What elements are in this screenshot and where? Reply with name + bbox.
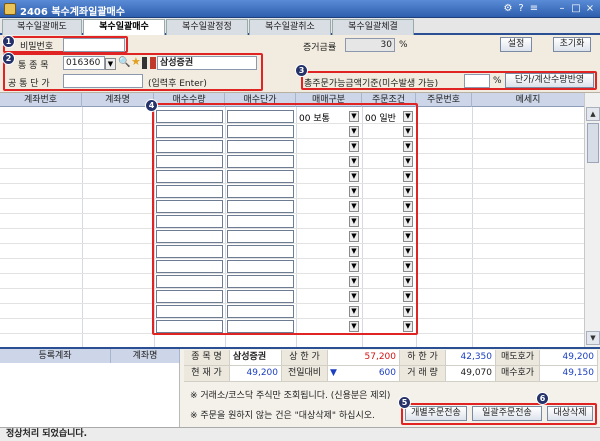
common-price-label: 공 통 단 가 — [8, 79, 50, 89]
badge-1: 1 — [2, 35, 15, 48]
badge-5: 5 — [398, 396, 411, 409]
reset-button[interactable]: 초기화 — [553, 37, 591, 52]
scroll-thumb[interactable] — [587, 123, 599, 163]
order-basis-percent: % — [493, 76, 502, 86]
info-marker-icon — [142, 57, 147, 69]
change-value: 600 — [378, 368, 396, 378]
tab-bulk-modify[interactable]: 복수일괄정정 — [166, 19, 248, 35]
grid-scrollbar[interactable]: ▲ ▼ — [584, 93, 600, 347]
ask-price-label: 매도호가 — [500, 352, 535, 362]
volume-label: 거 래 량 — [407, 368, 438, 378]
note-delete-target: ※ 주문을 원하지 않는 건은 "대상삭제" 하십시오. — [190, 411, 375, 421]
registered-name-header: 계좌명 — [111, 349, 180, 363]
current-price-value: 49,200 — [246, 368, 279, 378]
margin-rate-value: 30 — [345, 38, 395, 52]
tab-bulk-sell[interactable]: 복수일괄매도 — [2, 19, 82, 35]
current-price-label: 현 재 가 — [191, 368, 222, 378]
bottom-panel: 등록계좌 계좌명 종 목 명 삼성증권 상 한 가 57,200 하 한 가 4… — [0, 347, 600, 427]
badge-3: 3 — [295, 64, 308, 77]
password-label: 비밀번호 — [20, 42, 54, 52]
col-account-name: 계좌명 — [82, 93, 154, 107]
registered-account-header: 등록계좌 — [0, 349, 111, 363]
tab-bar: 복수일괄매도 복수일괄매수 복수일괄정정 복수일괄취소 복수일괄체결 — [0, 18, 600, 36]
quote-name-value: 삼성증권 — [233, 352, 267, 362]
badge-2: 2 — [2, 52, 15, 65]
lower-limit-value: 42,350 — [460, 352, 493, 362]
col-message: 메세지 — [515, 95, 541, 105]
settings-icon[interactable]: ⚙ — [502, 3, 514, 15]
stock-name-field: 삼성증권 — [157, 56, 257, 70]
menu-icon[interactable]: ≡ — [528, 3, 540, 15]
quote-name-label: 종 목 명 — [191, 352, 222, 362]
registered-account-list[interactable] — [0, 363, 180, 427]
stock-code-input[interactable]: 016360 — [63, 56, 105, 70]
bid-price-label: 매수호가 — [500, 368, 535, 378]
margin-percent: % — [399, 40, 408, 50]
upper-limit-value: 57,200 — [364, 352, 397, 362]
lower-limit-label: 하 한 가 — [407, 352, 438, 362]
scroll-down-icon[interactable]: ▼ — [586, 331, 600, 345]
title-bar: 2406 복수계좌일괄매수 ⚙ ? ≡ – □ × — [0, 0, 600, 18]
margin-rate-label: 증거금률 — [303, 43, 337, 53]
stock-flag-icon — [150, 57, 156, 69]
stock-label: 통 종 목 — [18, 61, 49, 71]
tab-bulk-cancel[interactable]: 복수일괄취소 — [249, 19, 331, 35]
password-input[interactable] — [63, 38, 125, 52]
maximize-icon[interactable]: □ — [570, 3, 582, 15]
order-basis-input[interactable] — [464, 74, 490, 88]
common-price-input[interactable] — [63, 74, 143, 88]
volume-value: 49,070 — [460, 368, 493, 378]
col-order-number: 주문번호 — [416, 93, 472, 107]
tab-bulk-buy[interactable]: 복수일괄매수 — [83, 19, 165, 36]
close-icon[interactable]: × — [584, 3, 596, 15]
favorite-star-icon[interactable]: ★ — [131, 56, 141, 68]
note-exchange-only: ※ 거래소/코스닥 주식만 조회됩니다. (신용분은 제외) — [190, 391, 391, 401]
apply-price-qty-button[interactable]: 단가/계산수량반영 — [505, 73, 594, 88]
delete-target-button[interactable]: 대상삭제 — [547, 406, 593, 421]
help-icon[interactable]: ? — [515, 3, 527, 15]
minimize-icon[interactable]: – — [556, 3, 568, 15]
order-input-highlight — [152, 103, 418, 335]
batch-order-button[interactable]: 일괄주문전송 — [472, 406, 542, 421]
search-icon[interactable]: 🔍 — [118, 57, 130, 69]
window-title: 2406 복수계좌일괄매수 — [20, 7, 125, 18]
down-arrow-icon: ▼ — [330, 368, 337, 378]
bid-price-value: 49,150 — [562, 368, 595, 378]
price-hint: (입력후 Enter) — [148, 79, 207, 89]
scroll-up-icon[interactable]: ▲ — [586, 107, 600, 121]
settings-button[interactable]: 설정 — [500, 37, 532, 52]
order-basis-label: 총주문가능금액기준(미수발생 가능) — [304, 79, 439, 89]
stock-dropdown-icon[interactable]: ▼ — [105, 58, 116, 70]
status-bar: 정상처리 되었습니다. — [0, 427, 600, 441]
col-account-number: 계좌번호 — [0, 93, 82, 107]
upper-limit-label: 상 한 가 — [289, 352, 320, 362]
individual-order-button[interactable]: 개별주문전송 — [405, 406, 467, 421]
ask-price-value: 49,200 — [562, 352, 595, 362]
badge-6: 6 — [536, 392, 549, 405]
tab-bulk-fill[interactable]: 복수일괄체결 — [332, 19, 414, 35]
badge-4: 4 — [145, 99, 158, 112]
app-icon — [4, 3, 16, 15]
change-label: 전일대비 — [287, 368, 322, 378]
